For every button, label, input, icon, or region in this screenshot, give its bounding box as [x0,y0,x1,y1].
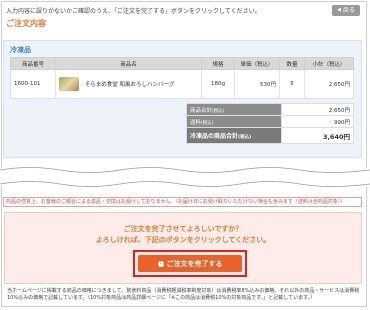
item-name-cell: そらまめ食堂 和風おろしハンバーグ [55,69,202,99]
product-thumbnail [59,77,79,91]
table-header-row: 商品番号 商品名 規格 単価（税込） 数量 小計（税込） [10,57,354,70]
product-total-row: 商品合計(税込) 2,650円 [186,103,354,116]
item-spec: 180g [201,69,235,99]
back-button[interactable]: ◀ 戻る [332,5,360,16]
returns-notice: 商品の性質上、お客様のご都合による返品・交換はお受けしておりません。（お届け日に… [3,197,362,207]
grand-total-label: 冷凍品の商品合計(税込) [186,127,282,144]
section-title: ご注文内容 [6,19,46,28]
intro-text: 入力内容に誤りがないかご確認のうえ、「ご注文を完了する」ボタンをクリックしてくだ… [6,8,261,15]
tax-footnote: 当ホームページに掲載する商品の価格につきまして、飲食料商品（消費税軽減税率制度対… [7,288,360,301]
grand-total-row: 冷凍品の商品合計(税込) 3,640円 [186,127,354,144]
page-break-divider [0,167,370,187]
arrow-right-icon: › [157,260,164,267]
cart-category-title: 冷凍品 [10,46,31,54]
chevron-left-icon: ◀ [337,7,341,13]
complete-order-button[interactable]: › ご注文を完了する [138,255,242,272]
totals-table: 商品合計(税込) 2,650円 送料(税込) 990円 冷凍品の商品合計(税込)… [186,103,354,144]
item-name: そらまめ食堂 和風おろしハンバーグ [84,82,175,88]
frozen-cart-section: 冷凍品 商品番号 商品名 規格 単価（税込） 数量 小計（税込） 1600-10… [3,40,362,158]
confirm-panel: ご注文を完了させてよろしいですか？ よろしければ、下記のボタンをクリックしてくだ… [4,212,362,284]
header-spec: 規格 [201,57,235,70]
product-total-label: 商品合計(税込) [186,103,282,116]
grand-total-value: 3,640円 [281,127,354,144]
shipping-value: 990円 [281,115,354,128]
confirm-instruction: よろしければ、下記のボタンをクリックしてください。 [95,236,271,244]
item-subtotal: 2,650円 [304,69,354,99]
header-price: 単価（税込） [234,57,280,70]
shipping-label: 送料(税込) [186,115,282,128]
shipping-row: 送料(税込) 990円 [186,115,354,128]
header-qty: 数量 [279,57,305,70]
item-price: 530円 [234,69,280,99]
cart-items-table: 商品番号 商品名 規格 単価（税込） 数量 小計（税込） 1600-101 そら… [10,57,354,99]
header-subtotal: 小計（税込） [304,57,354,70]
item-qty: 5 [279,69,305,99]
back-button-label: 戻る [342,7,355,14]
confirm-question: ご注文を完了させてよろしいですか？ [123,225,243,233]
item-code: 1600-101 [10,69,56,99]
product-total-value: 2,650円 [281,103,354,116]
header-code: 商品番号 [10,57,56,70]
complete-order-label: ご注文を完了する [166,259,223,268]
table-row: 1600-101 そらまめ食堂 和風おろしハンバーグ 180g 530円 5 2… [10,69,354,99]
header-name: 商品名 [55,57,202,70]
